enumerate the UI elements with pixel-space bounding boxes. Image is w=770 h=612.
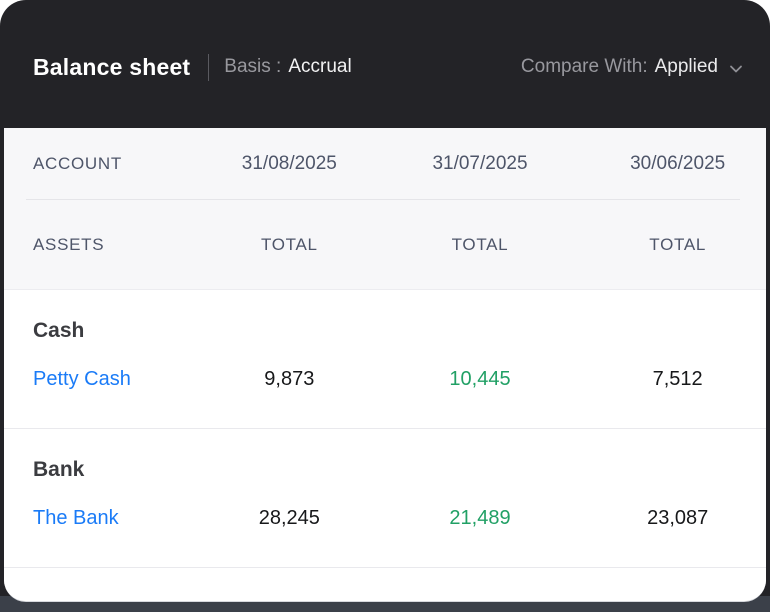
- amount-cell: 7,512: [575, 368, 766, 391]
- amount-cell: 28,245: [194, 507, 385, 530]
- basis-label: Basis :: [224, 56, 281, 78]
- total-header-1: TOTAL: [194, 235, 385, 255]
- column-header-date-1: 31/08/2025: [194, 153, 385, 175]
- column-header-date-3: 30/06/2025: [575, 153, 766, 175]
- amount-cell: 9,873: [194, 368, 385, 391]
- amount-cell: 10,445: [385, 368, 576, 391]
- section-title: Cash: [4, 318, 766, 344]
- amount-cell: 23,087: [575, 507, 766, 530]
- header-divider: [208, 54, 209, 81]
- total-header-3: TOTAL: [575, 235, 766, 255]
- compare-with-value: Applied: [655, 56, 718, 78]
- account-link-petty-cash[interactable]: Petty Cash: [33, 366, 131, 392]
- amount-cell: 21,489: [385, 507, 576, 530]
- table-row: Petty Cash 9,873 10,445 7,512: [4, 366, 766, 392]
- column-header-date-2: 31/07/2025: [385, 153, 576, 175]
- balance-sheet-card: Balance sheet Basis : Accrual Compare Wi…: [0, 0, 770, 612]
- compare-with-dropdown[interactable]: Compare With: Applied: [521, 56, 744, 78]
- chevron-down-icon: [728, 61, 744, 77]
- empty-footer-row: [4, 568, 766, 601]
- section-cash: Cash Petty Cash 9,873 10,445 7,512: [4, 290, 766, 429]
- report-table-panel: ACCOUNT 31/08/2025 31/07/2025 30/06/2025…: [4, 128, 766, 602]
- total-header-2: TOTAL: [385, 235, 576, 255]
- table-row: The Bank 28,245 21,489 23,087: [4, 505, 766, 531]
- assets-group-label: ASSETS: [4, 235, 194, 255]
- table-header-row: ACCOUNT 31/08/2025 31/07/2025 30/06/2025: [4, 128, 766, 200]
- compare-with-label: Compare With:: [521, 56, 648, 78]
- section-title: Bank: [4, 457, 766, 483]
- table-subheader-row: ASSETS TOTAL TOTAL TOTAL: [4, 200, 766, 290]
- table-header-group: ACCOUNT 31/08/2025 31/07/2025 30/06/2025…: [4, 128, 766, 290]
- section-bank: Bank The Bank 28,245 21,489 23,087: [4, 429, 766, 568]
- report-header: Balance sheet Basis : Accrual Compare Wi…: [0, 0, 770, 128]
- page-title: Balance sheet: [33, 54, 190, 81]
- column-header-account: ACCOUNT: [4, 154, 194, 174]
- basis-value: Accrual: [288, 56, 351, 78]
- account-link-the-bank[interactable]: The Bank: [33, 505, 119, 531]
